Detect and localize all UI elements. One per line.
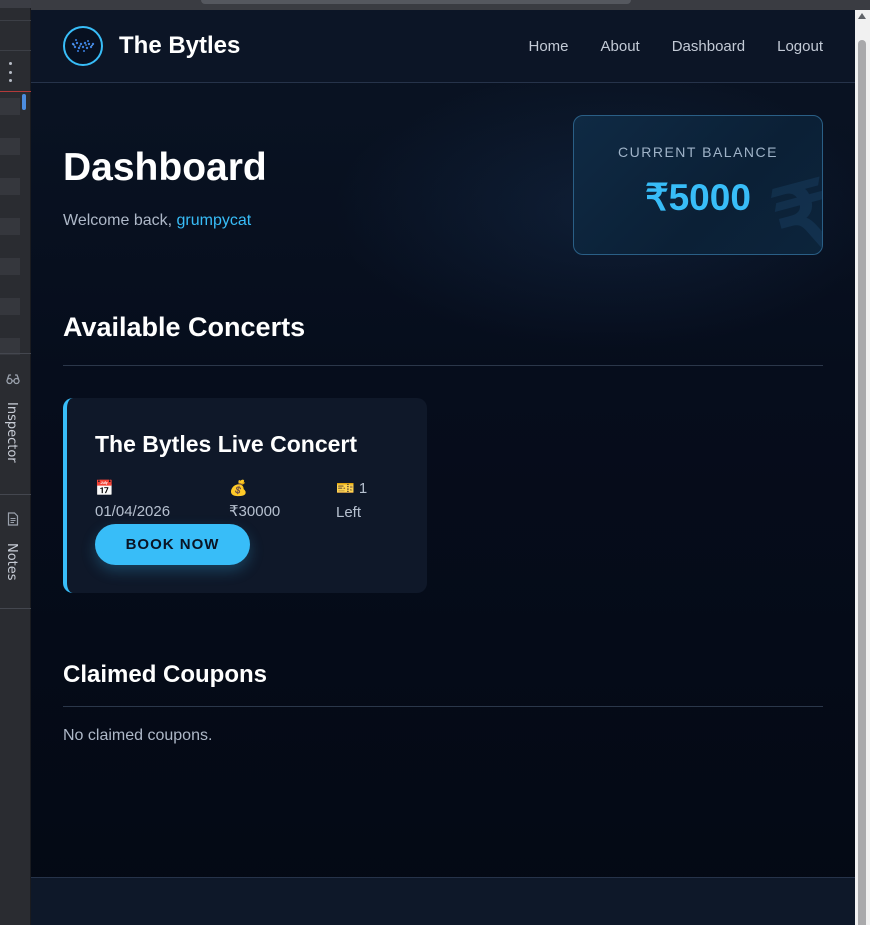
browser-address-pill[interactable]: [201, 0, 631, 4]
no-coupons-message: No claimed coupons.: [63, 727, 213, 744]
balance-card: ₹ CURRENT BALANCE ₹5000: [573, 115, 823, 255]
welcome-prefix: Welcome back,: [63, 212, 177, 229]
concert-tickets: 🎫 1 Left: [336, 476, 367, 525]
inspector-tab-label: Inspector: [4, 402, 19, 463]
coupons-divider: [63, 706, 823, 707]
concert-price: 💰 ₹30000: [229, 476, 280, 524]
main-nav: Home About Dashboard Logout: [529, 38, 824, 55]
concert-date: 📅 01/04/2026: [95, 476, 170, 524]
side-panel-row[interactable]: [0, 298, 20, 315]
browser-top-bar: [31, 0, 870, 10]
notes-tab-label: Notes: [4, 543, 19, 581]
nav-logout[interactable]: Logout: [777, 38, 823, 55]
nav-dashboard[interactable]: Dashboard: [672, 38, 745, 55]
concert-card: The Bytles Live Concert 📅 01/04/2026 💰 ₹…: [63, 398, 427, 593]
glasses-icon: [6, 374, 20, 385]
page-title: Dashboard: [63, 146, 267, 189]
side-panel-row[interactable]: [0, 218, 20, 235]
inspector-tab[interactable]: Inspector: [0, 353, 31, 493]
balance-value: ₹5000: [645, 177, 751, 218]
side-panel-row[interactable]: [0, 138, 20, 155]
page-viewport: The Bytles Home About Dashboard Logout D…: [31, 10, 855, 925]
welcome-message: Welcome back, grumpycat: [63, 212, 251, 230]
concerts-divider: [63, 365, 823, 366]
kebab-menu-icon[interactable]: [7, 62, 13, 82]
calendar-icon: 📅: [95, 479, 114, 497]
scrollbar-thumb[interactable]: [858, 40, 866, 925]
side-panel-row[interactable]: [0, 98, 20, 115]
nav-home[interactable]: Home: [529, 38, 569, 55]
side-panel-divider: [0, 20, 31, 21]
document-icon: [7, 512, 19, 526]
site-header: The Bytles Home About Dashboard Logout: [31, 10, 855, 83]
concerts-heading: Available Concerts: [63, 312, 306, 342]
tickets-suffix: Left: [336, 504, 362, 521]
concert-date-value: 01/04/2026: [95, 503, 171, 520]
concert-title: The Bytles Live Concert: [95, 431, 358, 457]
page-scrollbar[interactable]: [855, 10, 870, 925]
ticket-icon: 🎫: [336, 479, 355, 497]
side-panel-top-strip: [0, 0, 31, 8]
side-panel-red-indicator: [0, 91, 31, 92]
coupons-heading: Claimed Coupons: [63, 661, 268, 688]
side-panel-row[interactable]: [0, 258, 20, 275]
bytles-logo-icon[interactable]: [63, 26, 103, 66]
book-now-button[interactable]: BOOK NOW: [95, 524, 250, 565]
side-panel-row[interactable]: [0, 178, 20, 195]
side-panel-scroll-thumb[interactable]: [22, 94, 26, 110]
concert-price-value: ₹30000: [229, 503, 281, 520]
username: grumpycat: [176, 212, 252, 229]
brand-title[interactable]: The Bytles: [119, 32, 240, 60]
money-bag-icon: 💰: [229, 479, 248, 497]
balance-label: CURRENT BALANCE: [618, 144, 778, 160]
nav-about[interactable]: About: [601, 38, 640, 55]
tickets-count: 1: [358, 480, 368, 497]
side-panel-divider: [0, 50, 31, 51]
site-footer: [31, 877, 855, 925]
notes-tab[interactable]: Notes: [0, 494, 31, 609]
scroll-up-arrow-icon[interactable]: [858, 13, 866, 19]
devtools-side-panel: Inspector Notes: [0, 0, 31, 925]
